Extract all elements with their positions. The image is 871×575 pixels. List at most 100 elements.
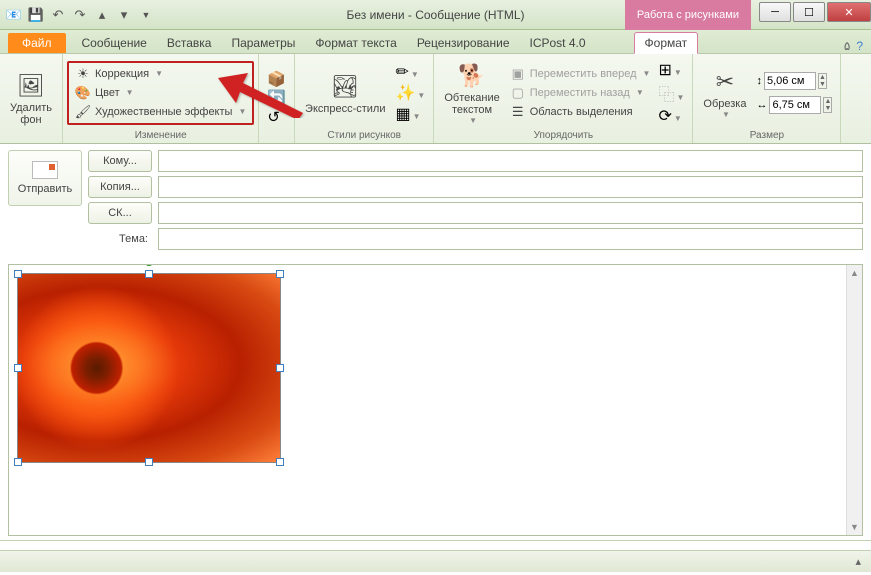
height-field[interactable]: ↕ ▲▼ — [756, 72, 832, 90]
undo-icon[interactable]: ↶ — [48, 5, 68, 25]
minimize-ribbon-icon[interactable]: ۵ — [844, 39, 850, 53]
next-icon[interactable]: ▾ — [114, 5, 134, 25]
artistic-effects-button[interactable]: 🖌 Художественные эффекты▼ — [71, 103, 250, 121]
crop-icon: ✂ — [709, 66, 741, 98]
group-styles-label: Стили рисунков — [299, 129, 429, 143]
group-arrange-label: Упорядочить — [438, 129, 688, 143]
title-bar: 📧 💾 ↶ ↷ ▴ ▾ ▼ Без имени - Сообщение (HTM… — [0, 0, 871, 30]
status-bar: ▴ — [0, 550, 871, 572]
resize-handle-t[interactable] — [145, 270, 153, 278]
tab-message[interactable]: Сообщение — [72, 33, 157, 53]
height-spinner[interactable]: ▲▼ — [818, 73, 827, 89]
ribbon: 🖼 Удалить фон ☀ Коррекция▼ 🎨 Цвет▼ — [0, 54, 871, 144]
prev-icon[interactable]: ▴ — [92, 5, 112, 25]
cc-input[interactable] — [158, 176, 863, 198]
change-picture-icon[interactable]: 🔄 — [267, 89, 286, 107]
rotate-icon[interactable]: ⟳▼ — [658, 106, 684, 126]
maximize-button[interactable]: ☐ — [793, 2, 825, 22]
group-objects-icon: ⿻▼ — [658, 81, 684, 105]
scroll-down-icon[interactable]: ▼ — [847, 519, 862, 535]
resize-handle-tr[interactable] — [276, 270, 284, 278]
window-controls: ─ ☐ ✕ — [757, 2, 871, 22]
corrections-button[interactable]: ☀ Коррекция▼ — [71, 65, 250, 83]
contextual-tab-title: Работа с рисунками — [625, 0, 751, 30]
tab-format-text[interactable]: Формат текста — [305, 33, 406, 53]
wrap-text-icon: 🐕 — [456, 60, 488, 92]
width-spinner[interactable]: ▲▼ — [823, 97, 832, 113]
scroll-up-icon[interactable]: ▲ — [847, 265, 862, 281]
to-button[interactable]: Кому... — [88, 150, 152, 172]
resize-handle-br[interactable] — [276, 458, 284, 466]
remove-background-icon: 🖼 — [15, 70, 47, 102]
tab-file[interactable]: Файл — [8, 33, 66, 53]
bcc-input[interactable] — [158, 202, 863, 224]
height-input[interactable] — [764, 72, 816, 90]
send-button[interactable]: Отправить — [8, 150, 82, 206]
send-backward-button: ▢ Переместить назад▼ — [506, 84, 655, 102]
wrap-text-button[interactable]: 🐕 Обтекание текстом▼ — [438, 58, 505, 127]
group-size-label: Размер — [697, 129, 836, 143]
color-button[interactable]: 🎨 Цвет▼ — [71, 84, 250, 102]
highlight-annotation: ☀ Коррекция▼ 🎨 Цвет▼ 🖌 Художественные эф… — [67, 61, 254, 125]
align-icon[interactable]: ⊞▼ — [658, 60, 684, 80]
group-arrange: 🐕 Обтекание текстом▼ ▣ Переместить впере… — [434, 54, 693, 143]
bcc-button[interactable]: СК... — [88, 202, 152, 224]
rotate-handle[interactable] — [144, 264, 154, 266]
color-icon: 🎨 — [75, 85, 91, 101]
redo-icon[interactable]: ↷ — [70, 5, 90, 25]
brightness-icon: ☀ — [75, 66, 91, 82]
express-styles-button[interactable]: 🏞 Экспресс-стили — [299, 69, 391, 117]
width-input[interactable] — [769, 96, 821, 114]
artistic-icon: 🖌 — [75, 104, 91, 120]
send-backward-icon: ▢ — [510, 85, 526, 101]
picture-border-icon[interactable]: ✏▼ — [396, 62, 426, 82]
flower-image — [18, 274, 280, 462]
help-icon[interactable]: ? — [856, 39, 863, 53]
group-adjust: ☀ Коррекция▼ 🎨 Цвет▼ 🖌 Художественные эф… — [63, 54, 259, 143]
message-header: Отправить Кому... Копия... СК... Тема: — [0, 144, 871, 260]
remove-background-button[interactable]: 🖼 Удалить фон — [4, 68, 58, 128]
inserted-image[interactable] — [17, 273, 281, 463]
resize-handle-tl[interactable] — [14, 270, 22, 278]
reset-picture-icon[interactable]: ↺ — [267, 108, 286, 126]
bring-forward-icon: ▣ — [510, 66, 526, 82]
width-field[interactable]: ↔ ▲▼ — [756, 96, 832, 114]
subject-input[interactable] — [158, 228, 863, 250]
selection-pane-icon: ☰ — [510, 104, 526, 120]
resize-handle-r[interactable] — [276, 364, 284, 372]
close-button[interactable]: ✕ — [827, 2, 871, 22]
tab-insert[interactable]: Вставка — [157, 33, 222, 53]
save-icon[interactable]: 💾 — [26, 5, 46, 25]
quick-access-toolbar: 📧 💾 ↶ ↷ ▴ ▾ ▼ — [0, 5, 156, 25]
cc-button[interactable]: Копия... — [88, 176, 152, 198]
vertical-scrollbar[interactable]: ▲ ▼ — [846, 265, 862, 535]
group-adjust-label: Изменение — [67, 129, 254, 143]
subject-label: Тема: — [88, 233, 152, 245]
resize-handle-b[interactable] — [145, 458, 153, 466]
picture-effects-icon[interactable]: ✨▼ — [396, 83, 426, 103]
compress-icon[interactable]: 📦 — [267, 70, 286, 88]
separator — [0, 540, 871, 550]
tab-format[interactable]: Формат — [634, 32, 699, 54]
resize-handle-l[interactable] — [14, 364, 22, 372]
selection-pane-button[interactable]: ☰ Область выделения — [506, 103, 655, 121]
tab-icpost[interactable]: ICPost 4.0 — [520, 33, 596, 53]
picture-layout-icon[interactable]: ▦▼ — [396, 104, 426, 124]
tab-review[interactable]: Рецензирование — [407, 33, 520, 53]
tab-options[interactable]: Параметры — [221, 33, 305, 53]
group-styles: 🏞 Экспресс-стили ✏▼ ✨▼ ▦▼ Стили рисунков — [295, 54, 434, 143]
group-extra-adjust: 📦 🔄 ↺ — [259, 54, 295, 143]
height-icon: ↕ — [756, 75, 762, 87]
group-size: ✂ Обрезка▼ ↕ ▲▼ ↔ ▲▼ Размер — [693, 54, 841, 143]
message-body[interactable]: ▲ ▼ — [8, 264, 863, 536]
resize-handle-bl[interactable] — [14, 458, 22, 466]
app-icon[interactable]: 📧 — [4, 5, 24, 25]
picture-styles-icon: 🏞 — [329, 71, 361, 103]
qat-customize-icon[interactable]: ▼ — [136, 5, 156, 25]
window-title: Без имени - Сообщение (HTML) — [346, 8, 524, 22]
minimize-button[interactable]: ─ — [759, 2, 791, 22]
to-input[interactable] — [158, 150, 863, 172]
expand-icon[interactable]: ▴ — [855, 555, 861, 568]
bring-forward-button: ▣ Переместить вперед▼ — [506, 65, 655, 83]
crop-button[interactable]: ✂ Обрезка▼ — [697, 64, 752, 121]
